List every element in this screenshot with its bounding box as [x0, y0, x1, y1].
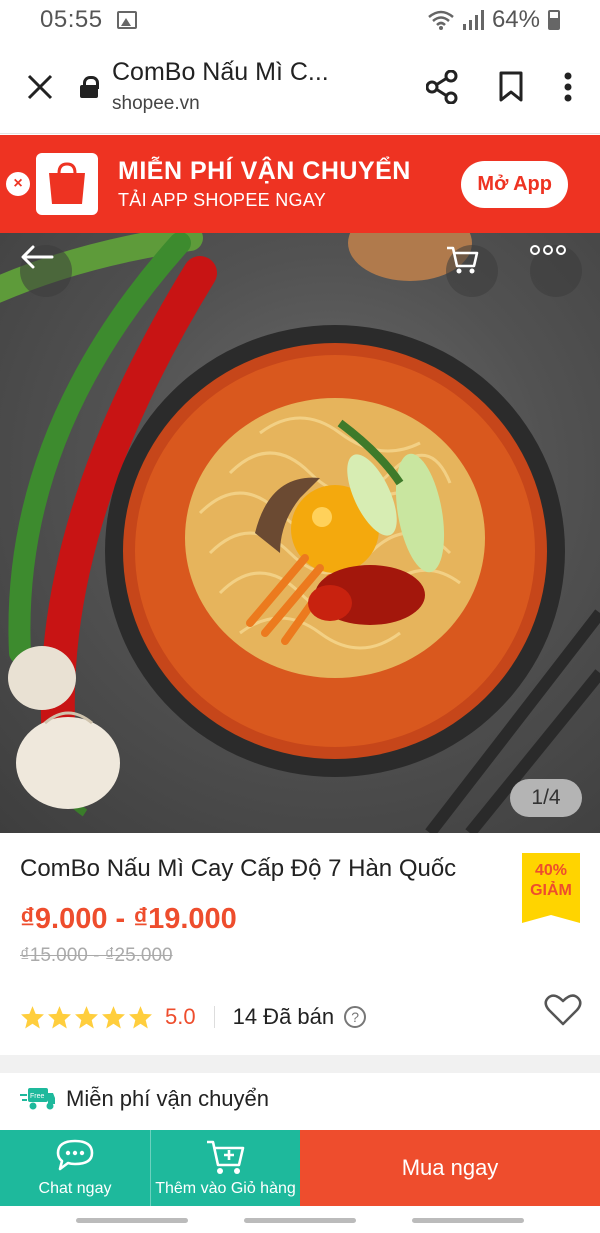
- wifi-icon: [428, 10, 454, 30]
- star-icon: [21, 1006, 44, 1029]
- status-bar: 05:55 64%: [0, 0, 600, 40]
- discount-percent: 40%: [534, 862, 568, 879]
- page-title: ComBo Nấu Mì C...: [112, 58, 329, 86]
- chat-now-label: Chat ngay: [38, 1180, 112, 1197]
- cart-icon: [447, 246, 479, 274]
- back-arrow-icon: [21, 245, 54, 269]
- product-image-gallery[interactable]: 1/4: [0, 233, 600, 833]
- page-domain: shopee.vn: [112, 93, 200, 114]
- image-counter: 1/4: [510, 779, 582, 817]
- status-time: 05:55: [40, 6, 103, 33]
- discount-word: GIẢM: [530, 882, 572, 899]
- help-icon[interactable]: ?: [344, 1006, 367, 1028]
- app-promo-banner: × MIỄN PHÍ VẬN CHUYỂN TẢI APP SHOPEE NGA…: [0, 135, 600, 233]
- browser-actions: [426, 69, 600, 104]
- open-app-button[interactable]: Mở App: [461, 160, 568, 208]
- bookmark-icon[interactable]: [498, 71, 524, 103]
- discount-badge: 40% GIẢM: [522, 853, 580, 923]
- promo-headline: MIỄN PHÍ VẬN CHUYỂN: [118, 157, 411, 185]
- shipping-label: Miễn phí vận chuyển: [66, 1086, 270, 1111]
- sold-count: 14 Đã bán: [232, 1004, 335, 1029]
- address-area[interactable]: ComBo Nấu Mì C... shopee.vn: [112, 58, 426, 115]
- cart-button[interactable]: [446, 245, 498, 297]
- truck-icon: Free: [20, 1088, 55, 1110]
- star-icon: [75, 1006, 98, 1029]
- lock-icon: [80, 75, 100, 98]
- more-horiz-icon: [530, 245, 566, 255]
- rating-row[interactable]: 5.0 14 Đã bán ?: [20, 997, 367, 1037]
- section-divider: [0, 1055, 600, 1073]
- system-nav-bar: [0, 1206, 600, 1233]
- star-icon: [102, 1006, 125, 1029]
- star-icon: [129, 1006, 152, 1029]
- close-icon[interactable]: [0, 73, 80, 101]
- chat-icon: [56, 1139, 94, 1171]
- battery-percent: 64%: [491, 6, 540, 33]
- more-options-button[interactable]: [530, 245, 582, 297]
- original-price: ₫15.000 - ₫25.000: [20, 945, 173, 966]
- battery-icon: [548, 10, 560, 30]
- product-name: ComBo Nấu Mì Cay Cấp Độ 7 Hàn Quốc: [20, 855, 457, 882]
- nav-pill-right[interactable]: [412, 1218, 524, 1223]
- promo-subline: TẢI APP SHOPEE NGAY: [118, 190, 327, 210]
- divider: [213, 1006, 215, 1028]
- product-info: ComBo Nấu Mì Cay Cấp Độ 7 Hàn Quốc 40% G…: [0, 833, 600, 1055]
- more-vert-icon[interactable]: [564, 72, 572, 102]
- signal-icon: [462, 10, 484, 30]
- star-icon: [48, 1006, 71, 1029]
- image-icon: [116, 11, 137, 29]
- back-button[interactable]: [20, 245, 72, 297]
- share-icon[interactable]: [426, 69, 458, 104]
- dismiss-banner-icon[interactable]: ×: [6, 172, 30, 196]
- add-cart-icon: [206, 1140, 244, 1174]
- chat-now-button[interactable]: Chat ngay: [0, 1130, 150, 1206]
- heart-icon[interactable]: [544, 993, 582, 1027]
- buy-now-button[interactable]: Mua ngay: [300, 1130, 600, 1206]
- bottom-action-bar: Chat ngay Thêm vào Giỏ hàng Mua ngay: [0, 1130, 600, 1206]
- promo-texts: MIỄN PHÍ VẬN CHUYỂN TẢI APP SHOPEE NGAY: [118, 157, 461, 211]
- status-right: 64%: [428, 6, 560, 34]
- rating-stars: [20, 1005, 153, 1029]
- shopee-logo: [36, 153, 98, 215]
- product-photo: [0, 233, 600, 833]
- browser-toolbar: ComBo Nấu Mì C... shopee.vn: [0, 40, 600, 134]
- product-price: ₫9.000 - ₫19.000: [20, 903, 237, 935]
- free-badge: Free: [30, 1093, 45, 1100]
- add-to-cart-label: Thêm vào Giỏ hàng: [155, 1180, 296, 1197]
- nav-pill-left[interactable]: [76, 1218, 188, 1223]
- rating-value: 5.0: [165, 1004, 196, 1029]
- shipping-row[interactable]: Free Miễn phí vận chuyển: [20, 1086, 269, 1112]
- add-to-cart-button[interactable]: Thêm vào Giỏ hàng: [150, 1130, 300, 1206]
- nav-pill-center[interactable]: [244, 1218, 356, 1223]
